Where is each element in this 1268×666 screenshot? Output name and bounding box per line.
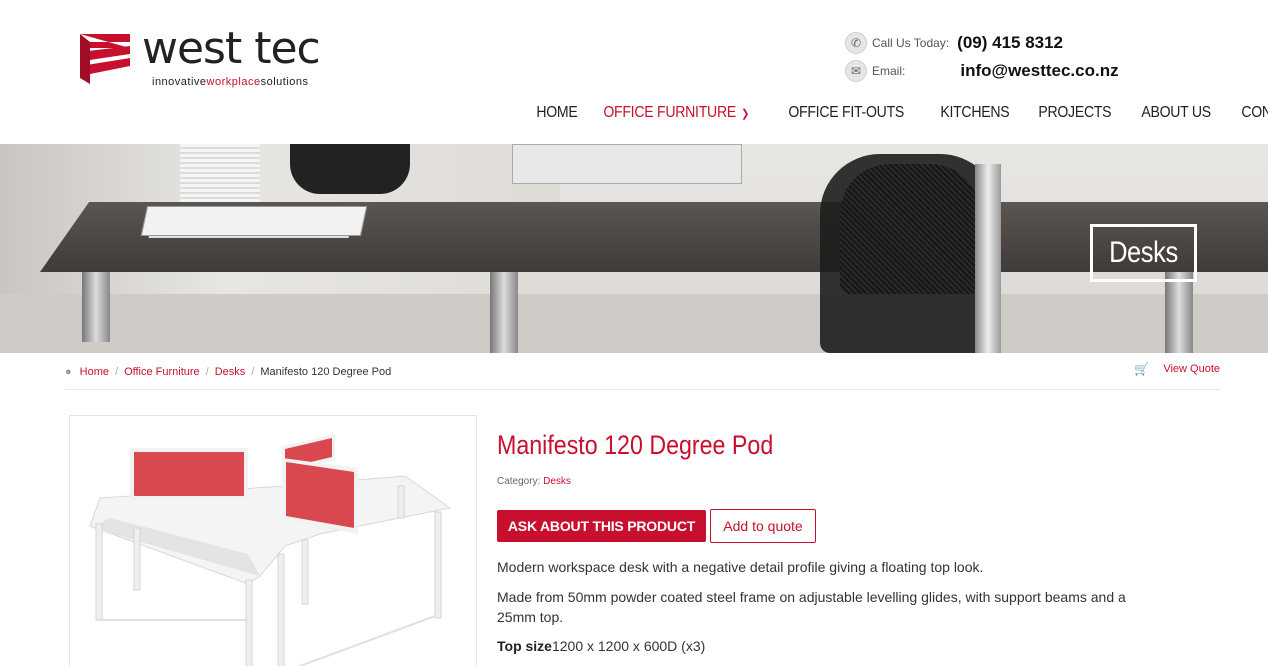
logo-tagline: innovativeworkplacesolutions [152, 76, 309, 88]
product-title: Manifesto 120 Degree Pod [497, 430, 774, 460]
top-size-value: 1200 x 1200 x 600D (x3) [551, 638, 706, 654]
email-contact: ✉ Email: info@westtec.co.nz [845, 60, 1119, 82]
view-quote[interactable]: 🛒 View Quote [1134, 362, 1220, 376]
chevron-down-icon: ❯ [741, 108, 749, 120]
phone-number[interactable]: (09) 415 8312 [957, 33, 1063, 53]
hero-title: Desks [1109, 236, 1178, 269]
breadcrumb: ● Home / Office Furniture / Desks / Mani… [65, 366, 391, 378]
category-link[interactable]: Desks [543, 476, 571, 487]
phone-label: Call Us Today: [872, 36, 950, 50]
nav-item-office-fit-outs[interactable]: OFFICE FIT-OUTS [776, 104, 916, 122]
logo-name: west tec [142, 23, 321, 74]
map-pin-icon: ● [65, 366, 72, 378]
breadcrumb-office-furniture[interactable]: Office Furniture [124, 366, 200, 378]
logo-tag-part3: solutions [260, 76, 309, 88]
breadcrumb-current: Manifesto 120 Degree Pod [260, 366, 392, 378]
logo-tag-part2: workplace [206, 76, 261, 88]
breadcrumb-home[interactable]: Home [80, 366, 109, 378]
product-top-size: Top size1200 x 1200 x 600D (x3) [497, 636, 1137, 656]
nav-item-projects[interactable]: PROJECTS [1026, 104, 1124, 122]
top-size-label: Top size [497, 638, 552, 654]
logo-mark-icon [80, 34, 130, 84]
product-description-1: Modern workspace desk with a negative de… [497, 559, 984, 575]
hero-desk-leg [82, 272, 110, 342]
view-quote-link[interactable]: View Quote [1163, 363, 1220, 375]
category-label: Category: [497, 476, 541, 487]
hero-floor [0, 294, 1268, 353]
hero-laptop [512, 144, 742, 184]
nav-item-about-us[interactable]: ABOUT US [1129, 104, 1223, 122]
nav-item-office-furniture[interactable]: OFFICE FURNITURE ❯ [591, 104, 761, 122]
nav-item-office-furniture-label: OFFICE FURNITURE [603, 104, 736, 121]
breadcrumb-separator: / [205, 366, 209, 378]
envelope-icon: ✉ [845, 60, 867, 82]
hero-telephone [290, 144, 410, 194]
hero-books [140, 206, 368, 236]
add-to-quote-button[interactable]: Add to quote [710, 509, 816, 543]
hero-desk-leg [1165, 272, 1193, 353]
nav-item-contact[interactable]: CONTACT [1229, 104, 1268, 122]
breadcrumb-separator: / [251, 366, 255, 378]
product-image[interactable] [69, 415, 477, 666]
nav-item-kitchens[interactable]: KITCHENS [928, 104, 1022, 122]
desk-pod-illustration [89, 434, 452, 666]
logo[interactable]: west tec innovativeworkplacesolutions [80, 24, 350, 90]
ask-about-product-button[interactable]: ASK ABOUT THIS PRODUCT [497, 510, 706, 542]
phone-contact: ✆ Call Us Today: (09) 415 8312 [845, 32, 1063, 54]
phone-icon: ✆ [845, 32, 867, 54]
cart-icon: 🛒 [1134, 362, 1150, 376]
product-category: Category: Desks [497, 476, 571, 487]
nav-item-home[interactable]: HOME [524, 104, 590, 122]
breadcrumb-separator: / [115, 366, 119, 378]
site-header: west tec innovativeworkplacesolutions ✆ … [0, 0, 1268, 144]
hero-chair-mesh [840, 164, 980, 294]
hero-chair-post [975, 164, 1001, 353]
product-description-2: Made from 50mm powder coated steel frame… [497, 589, 1126, 625]
hero-title-box: Desks [1090, 224, 1197, 282]
breadcrumb-desks[interactable]: Desks [215, 366, 246, 378]
hero-desk-leg [490, 272, 518, 353]
email-address[interactable]: info@westtec.co.nz [960, 61, 1118, 81]
breadcrumb-bar: ● Home / Office Furniture / Desks / Mani… [65, 358, 1220, 390]
email-label: Email: [872, 64, 906, 78]
main-nav: HOME OFFICE FURNITURE ❯ OFFICE FIT-OUTS K… [524, 104, 1268, 122]
logo-tag-part1: innovative [152, 76, 207, 88]
hero-banner: Desks [0, 144, 1268, 353]
